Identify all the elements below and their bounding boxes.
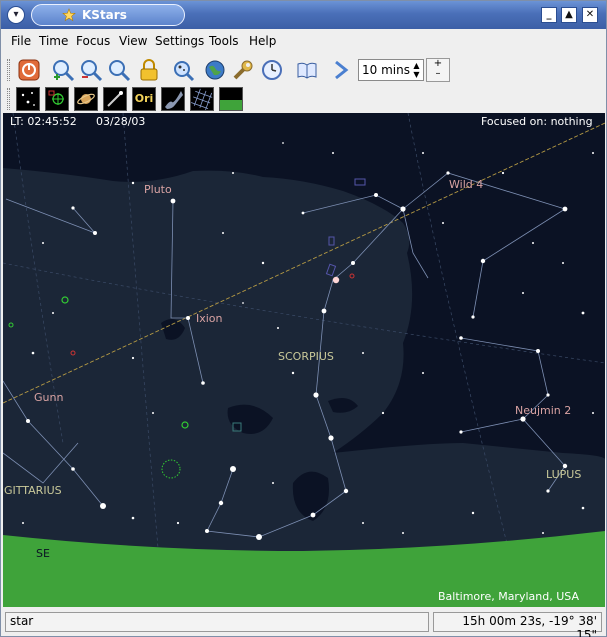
label-gunn[interactable]: Gunn (34, 391, 63, 404)
comet-icon (107, 91, 123, 107)
toggle-planets-button[interactable] (74, 87, 98, 111)
focus-status: Focused on: nothing (481, 115, 593, 128)
menu-view[interactable]: View (119, 34, 147, 48)
planet-icon (77, 93, 95, 105)
menu-time[interactable]: Time (39, 34, 68, 48)
milky-way-icon (165, 91, 183, 109)
status-object: star (5, 612, 429, 632)
globe-icon[interactable] (203, 58, 227, 82)
sky-map[interactable]: LT: 02:45:52 03/28/03 Focused on: nothin… (3, 113, 605, 607)
toggle-comets-button[interactable] (103, 87, 127, 111)
status-coordinates: 15h 00m 23s, -19° 38' 15" (433, 612, 602, 637)
menu-focus[interactable]: Focus (76, 34, 110, 48)
menu-file[interactable]: File (11, 34, 31, 48)
label-neujmin-2[interactable]: Neujmin 2 (515, 404, 571, 417)
find-object-icon[interactable] (171, 58, 195, 82)
window-menu-button[interactable]: ▾ (7, 6, 25, 24)
time-step-units-button[interactable]: + – (426, 58, 450, 82)
title-bar[interactable]: ▾ KStars _ ▲ ✕ (1, 1, 606, 29)
time-step-value: 10 mins (362, 63, 410, 77)
location-readout: Baltimore, Maryland, USA (438, 590, 579, 603)
time-step-spinbox[interactable]: 10 mins ▲ ▼ (358, 59, 424, 81)
toolbar-grip[interactable] (7, 59, 10, 81)
zoom-default-icon[interactable] (107, 58, 131, 82)
menu-help[interactable]: Help (249, 34, 276, 48)
main-toolbar (1, 55, 606, 85)
label-lupus[interactable]: LUPUS (546, 468, 581, 481)
deep-sky-icon (48, 90, 64, 105)
book-icon[interactable] (295, 58, 319, 82)
menu-bar: File Time Focus View Settings Tools Help (1, 31, 606, 53)
toggle-constellation-names-button[interactable]: Ori (132, 87, 156, 111)
grid-icon (191, 88, 213, 110)
kstars-app-icon (62, 8, 76, 22)
view-toolbar: Ori (1, 85, 606, 113)
label-pluto[interactable]: Pluto (144, 183, 172, 196)
lock-icon[interactable] (137, 58, 161, 82)
window-title-tab[interactable]: KStars (31, 4, 185, 26)
local-time-readout: LT: 02:45:52 (10, 115, 77, 128)
forward-icon[interactable] (329, 58, 353, 82)
label-ixion[interactable]: Ixion (196, 312, 223, 325)
status-bar: star 15h 00m 23s, -19° 38' 15" (1, 609, 606, 637)
time-step-arrows[interactable]: ▲ ▼ (411, 61, 422, 79)
horizon-direction: SE (36, 547, 50, 560)
power-icon[interactable] (17, 58, 41, 82)
menu-settings[interactable]: Settings (155, 34, 204, 48)
clock-icon[interactable] (260, 58, 284, 82)
close-button[interactable]: ✕ (582, 7, 598, 23)
toggle-coordinate-grid-button[interactable] (190, 87, 214, 111)
date-readout: 03/28/03 (96, 115, 146, 128)
label-scorpius[interactable]: SCORPIUS (278, 350, 334, 363)
kstars-window: ▾ KStars _ ▲ ✕ File Time Focus View Sett… (0, 0, 607, 637)
label-sagittarius[interactable]: GITTARIUS (4, 484, 62, 497)
toggle-stars-button[interactable] (16, 87, 40, 111)
maximize-button[interactable]: ▲ (561, 7, 577, 23)
window-title: KStars (82, 8, 127, 22)
toggle-milky-way-button[interactable] (161, 87, 185, 111)
label-wild-4[interactable]: Wild 4 (449, 178, 483, 191)
toggle-deep-sky-button[interactable] (45, 87, 69, 111)
ground-icon (220, 100, 242, 110)
zoom-out-icon[interactable] (79, 58, 103, 82)
toolbar-grip[interactable] (7, 88, 10, 110)
stars-icon (21, 92, 35, 106)
toggle-ground-button[interactable] (219, 87, 243, 111)
wrench-icon[interactable] (231, 58, 255, 82)
zoom-in-icon[interactable] (51, 58, 75, 82)
menu-tools[interactable]: Tools (209, 34, 239, 48)
minimize-button[interactable]: _ (541, 7, 557, 23)
